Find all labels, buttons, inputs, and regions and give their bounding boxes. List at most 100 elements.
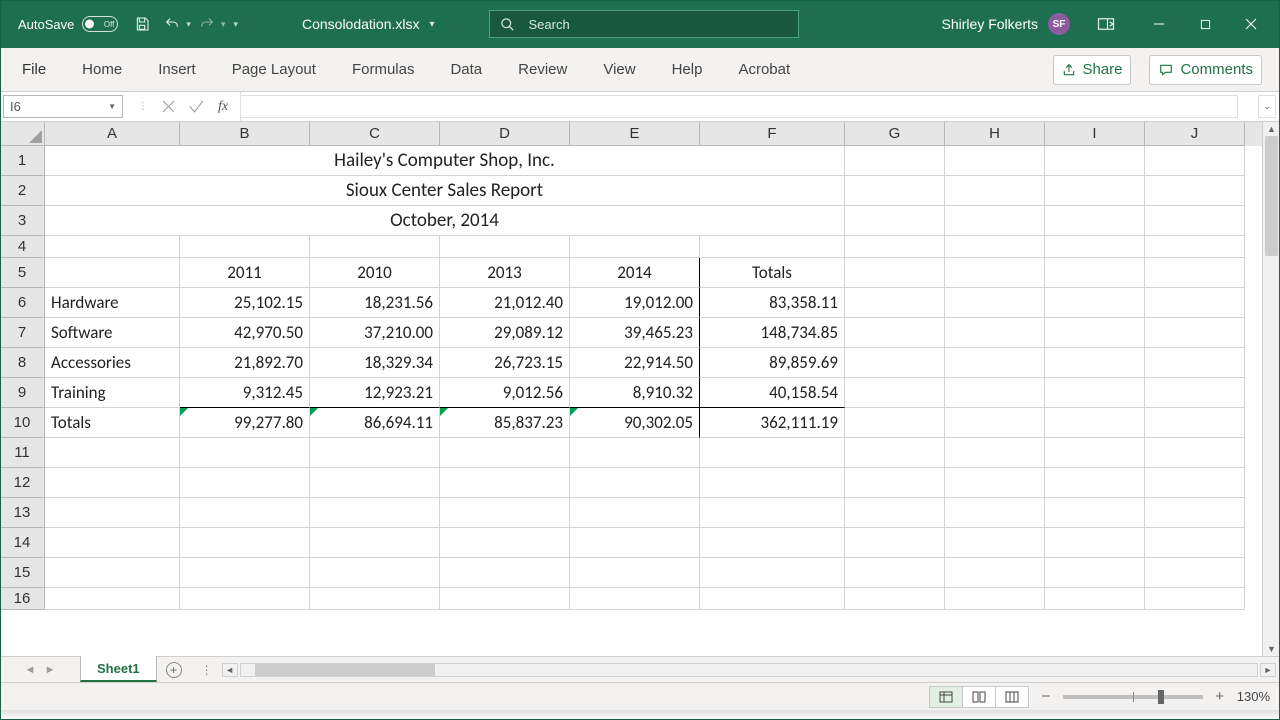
cell-J11[interactable] (1145, 438, 1245, 468)
row-head-9[interactable]: 9 (0, 378, 45, 408)
formula-input[interactable] (241, 95, 1238, 118)
cell-H5[interactable] (945, 258, 1045, 288)
hscroll-drag-icon[interactable]: ⋮ (195, 663, 220, 677)
tab-file[interactable]: File (4, 48, 64, 91)
scroll-right-icon[interactable]: ► (1260, 663, 1276, 677)
col-head-J[interactable]: J (1145, 122, 1245, 146)
cell-G10[interactable] (845, 408, 945, 438)
enter-icon[interactable] (189, 100, 204, 113)
cell-F7[interactable]: 148,734.85 (700, 318, 845, 348)
scroll-down-icon[interactable]: ▼ (1263, 642, 1280, 656)
undo-dropdown-icon[interactable]: ▾ (186, 19, 191, 30)
cell-D5[interactable]: 2013 (440, 258, 570, 288)
cell-I8[interactable] (1045, 348, 1145, 378)
cell-B10[interactable]: 99,277.80 (180, 408, 310, 438)
comments-button[interactable]: Comments (1149, 55, 1262, 85)
cell-F9[interactable]: 40,158.54 (700, 378, 845, 408)
cell-H6[interactable] (945, 288, 1045, 318)
share-button[interactable]: Share (1053, 55, 1131, 85)
cell-J9[interactable] (1145, 378, 1245, 408)
cell-J4[interactable] (1145, 236, 1245, 258)
cell-C14[interactable] (310, 528, 440, 558)
cell-B11[interactable] (180, 438, 310, 468)
cell-D13[interactable] (440, 498, 570, 528)
cell-F16[interactable] (700, 588, 845, 610)
cell-H12[interactable] (945, 468, 1045, 498)
cell-C15[interactable] (310, 558, 440, 588)
tab-page-layout[interactable]: Page Layout (214, 48, 334, 91)
maximize-button[interactable] (1182, 0, 1228, 48)
cell-H9[interactable] (945, 378, 1045, 408)
cell-G5[interactable] (845, 258, 945, 288)
row-head-14[interactable]: 14 (0, 528, 45, 558)
cell-B12[interactable] (180, 468, 310, 498)
cell-J13[interactable] (1145, 498, 1245, 528)
cell-C4[interactable] (310, 236, 440, 258)
row-head-6[interactable]: 6 (0, 288, 45, 318)
cell-F14[interactable] (700, 528, 845, 558)
row-head-10[interactable]: 10 (0, 408, 45, 438)
cell-H3[interactable] (945, 206, 1045, 236)
cell-C5[interactable]: 2010 (310, 258, 440, 288)
cell-C13[interactable] (310, 498, 440, 528)
cell-A4[interactable] (45, 236, 180, 258)
cell-B16[interactable] (180, 588, 310, 610)
cell-A5[interactable] (45, 258, 180, 288)
cell-J3[interactable] (1145, 206, 1245, 236)
cell-I4[interactable] (1045, 236, 1145, 258)
cell-B14[interactable] (180, 528, 310, 558)
cell-F5[interactable]: Totals (700, 258, 845, 288)
cell-E12[interactable] (570, 468, 700, 498)
cell-J8[interactable] (1145, 348, 1245, 378)
sheet-nav[interactable]: ◄ ► (0, 657, 80, 682)
cell-G7[interactable] (845, 318, 945, 348)
cell-D15[interactable] (440, 558, 570, 588)
row-head-2[interactable]: 2 (0, 176, 45, 206)
name-box[interactable]: I6 ▼ (3, 95, 123, 118)
scroll-up-icon[interactable]: ▲ (1263, 122, 1280, 136)
row-head-16[interactable]: 16 (0, 588, 45, 610)
cell-J16[interactable] (1145, 588, 1245, 610)
cell-G1[interactable] (845, 146, 945, 176)
col-head-B[interactable]: B (180, 122, 310, 146)
col-head-D[interactable]: D (440, 122, 570, 146)
name-box-dropdown-icon[interactable]: ▼ (108, 102, 116, 111)
cell-B9[interactable]: 9,312.45 (180, 378, 310, 408)
cell-E14[interactable] (570, 528, 700, 558)
cell-H4[interactable] (945, 236, 1045, 258)
cell-C8[interactable]: 18,329.34 (310, 348, 440, 378)
autosave-switch-off[interactable]: Off (82, 16, 118, 32)
cell-I9[interactable] (1045, 378, 1145, 408)
save-icon[interactable] (128, 16, 156, 32)
cell-H16[interactable] (945, 588, 1045, 610)
cell-G15[interactable] (845, 558, 945, 588)
cancel-icon[interactable] (162, 100, 175, 113)
formula-expand-icon[interactable]: ⌄ (1258, 95, 1276, 118)
cell-B7[interactable]: 42,970.50 (180, 318, 310, 348)
cell-E11[interactable] (570, 438, 700, 468)
row-head-11[interactable]: 11 (0, 438, 45, 468)
cell-C12[interactable] (310, 468, 440, 498)
cell-B5[interactable]: 2011 (180, 258, 310, 288)
cell-C6[interactable]: 18,231.56 (310, 288, 440, 318)
cell-B4[interactable] (180, 236, 310, 258)
cell-I16[interactable] (1045, 588, 1145, 610)
cell-H14[interactable] (945, 528, 1045, 558)
ribbon-display-icon[interactable] (1092, 17, 1120, 31)
cell-D6[interactable]: 21,012.40 (440, 288, 570, 318)
cell-E6[interactable]: 19,012.00 (570, 288, 700, 318)
filename-dropdown-icon[interactable]: ▾ (429, 19, 434, 30)
cell-B8[interactable]: 21,892.70 (180, 348, 310, 378)
cell-G4[interactable] (845, 236, 945, 258)
cell-A6[interactable]: Hardware (45, 288, 180, 318)
search-box[interactable]: Search (489, 10, 799, 38)
tab-data[interactable]: Data (432, 48, 500, 91)
cell-A16[interactable] (45, 588, 180, 610)
col-head-A[interactable]: A (45, 122, 180, 146)
row-head-1[interactable]: 1 (0, 146, 45, 176)
cell-I3[interactable] (1045, 206, 1145, 236)
cell-H8[interactable] (945, 348, 1045, 378)
cell-J15[interactable] (1145, 558, 1245, 588)
cell-D8[interactable]: 26,723.15 (440, 348, 570, 378)
minimize-button[interactable] (1136, 0, 1182, 48)
